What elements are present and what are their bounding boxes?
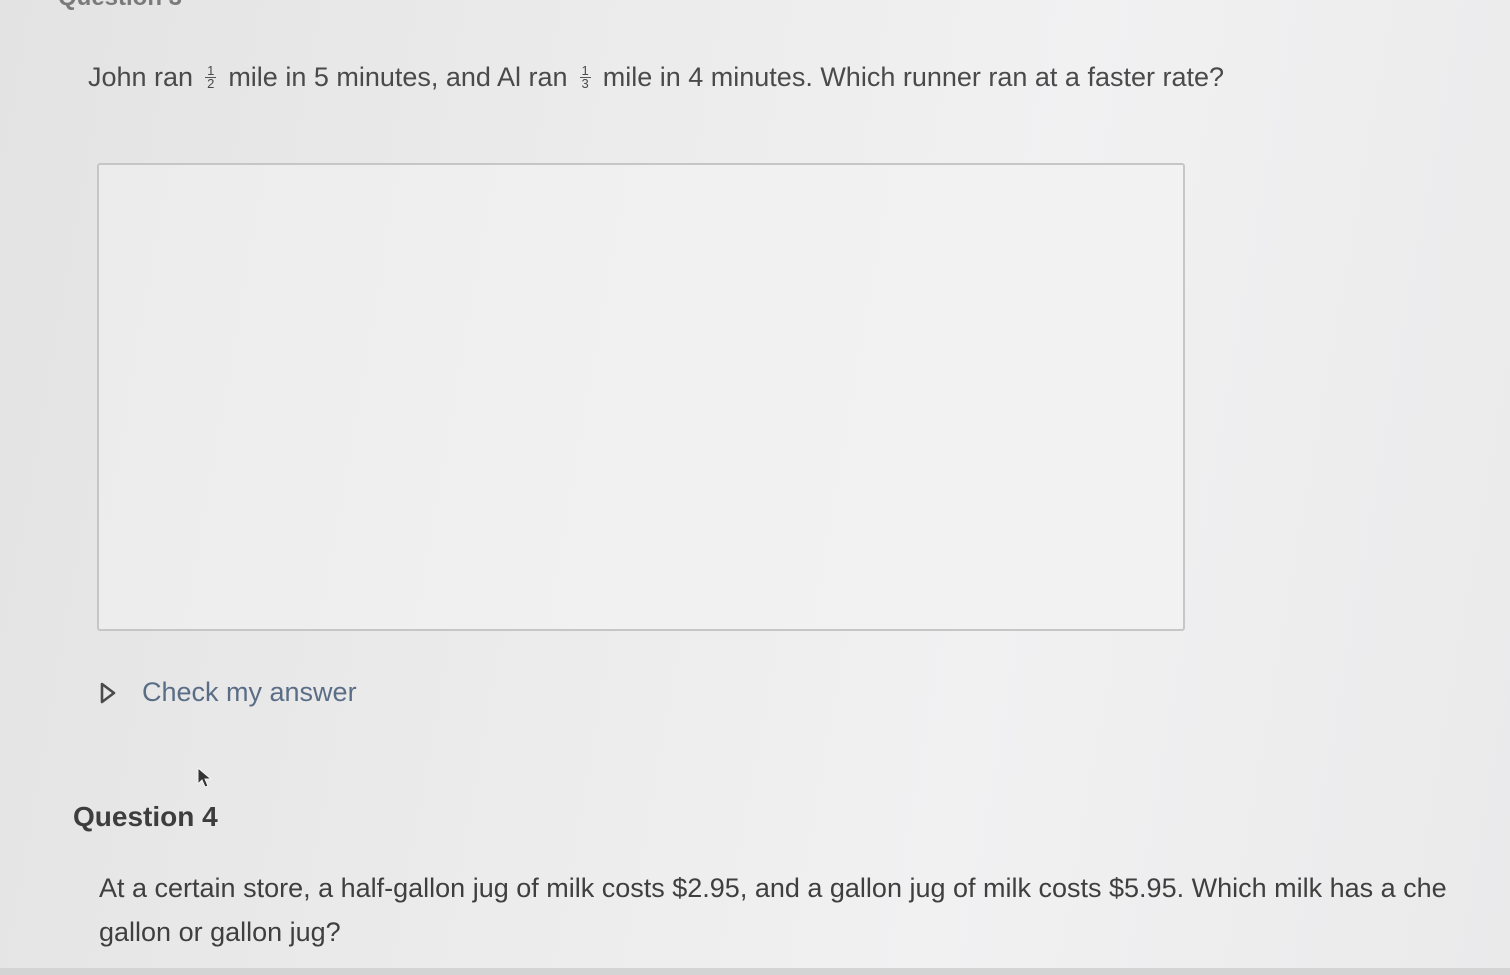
mouse-pointer-icon <box>196 766 216 797</box>
fraction-one-half: 1 2 <box>205 64 217 91</box>
question-4-line-1: At a certain store, a half-gallon jug of… <box>99 873 1447 903</box>
check-my-answer-toggle[interactable]: Check my answer <box>100 677 357 708</box>
prompt-text-part: John ran <box>88 62 194 92</box>
prompt-text-part: mile in 5 minutes, and Al ran <box>228 62 568 92</box>
question-4-line-2: gallon or gallon jug? <box>99 917 341 947</box>
fraction-one-third: 1 3 <box>579 64 591 91</box>
previous-question-heading: Question 3 <box>58 0 182 12</box>
fraction-denominator: 2 <box>207 76 215 91</box>
answer-textarea[interactable] <box>97 163 1185 631</box>
prompt-text-part: mile in 4 minutes. Which runner ran at a… <box>602 62 1225 92</box>
question-4-prompt: At a certain store, a half-gallon jug of… <box>99 866 1510 954</box>
bottom-divider <box>0 968 1510 975</box>
question-4-heading: Question 4 <box>73 801 218 832</box>
check-my-answer-label: Check my answer <box>142 677 357 707</box>
fraction-denominator: 3 <box>581 76 589 91</box>
question-3-prompt: John ran 1 2 mile in 5 minutes, and Al r… <box>88 62 1224 93</box>
